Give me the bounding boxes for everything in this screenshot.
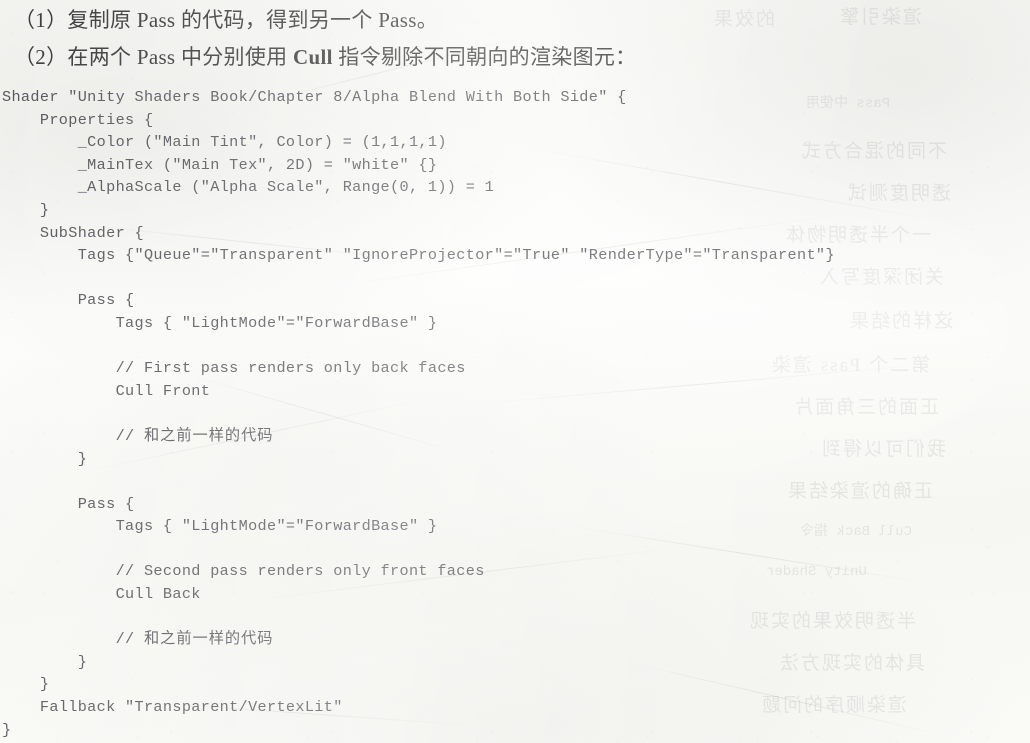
code-line: _AlphaScale ("Alpha Scale", Range(0, 1))… [2,178,495,197]
prose-step-2-prefix: （2）在两个 Pass 中分别使用 [14,45,293,69]
prose-line-step-2: （2）在两个 Pass 中分别使用 Cull 指令剔除不同朝向的渲染图元： [14,39,1014,76]
shader-code-listing: Shader "Unity Shaders Book/Chapter 8/Alp… [2,86,1028,741]
code-line: } [2,449,88,468]
code-line: Fallback "Transparent/VertexLit" [2,698,343,717]
code-line: } [2,200,50,219]
code-line: } [2,675,50,694]
code-line: Shader "Unity Shaders Book/Chapter 8/Alp… [2,88,627,106]
code-line: // 和之前一样的代码 [2,630,274,649]
scanned-book-page: 的效果 渲染引擎 Pass 中使用 不同的混合方式 透明度测试 一个半透明物体 关闭深度写入… [0,0,1030,743]
code-line: Cull Front [2,381,211,400]
prose-block: （1）复制原 Pass 的代码，得到另一个 Pass。 （2）在两个 Pass … [14,2,1014,76]
code-line: Pass { [2,494,135,513]
code-line: // First pass renders only back faces [2,359,466,378]
code-line: } [2,652,88,671]
code-line: _MainTex ("Main Tex", 2D) = "white" {} [2,155,438,174]
code-line: _Color ("Main Tint", Color) = (1,1,1,1) [2,133,447,152]
code-line: Tags {"Queue"="Transparent" "IgnoreProje… [2,246,835,265]
code-line: Properties { [2,110,154,129]
code-line: // Second pass renders only front faces [2,562,485,581]
code-line: Cull Back [2,585,201,604]
prose-step-1-text: （1）复制原 Pass 的代码，得到另一个 Pass。 [14,8,439,32]
code-line: // 和之前一样的代码 [2,426,274,445]
code-line: } [2,720,12,739]
code-line: Tags { "LightMode"="ForwardBase" } [2,313,438,332]
prose-step-2-keyword: Cull [293,45,333,69]
code-line: Pass { [2,291,135,310]
code-line: SubShader { [2,223,144,242]
prose-step-2-text: （2）在两个 Pass 中分别使用 Cull 指令剔除不同朝向的渲染图元： [14,45,636,69]
code-comment-cjk: 和之前一样的代码 [143,426,274,444]
prose-line-step-1: （1）复制原 Pass 的代码，得到另一个 Pass。 [14,2,1014,39]
prose-step-2-suffix: 指令剔除不同朝向的渲染图元： [332,45,637,69]
code-line: Tags { "LightMode"="ForwardBase" } [2,517,438,536]
code-comment-cjk: 和之前一样的代码 [143,630,274,648]
